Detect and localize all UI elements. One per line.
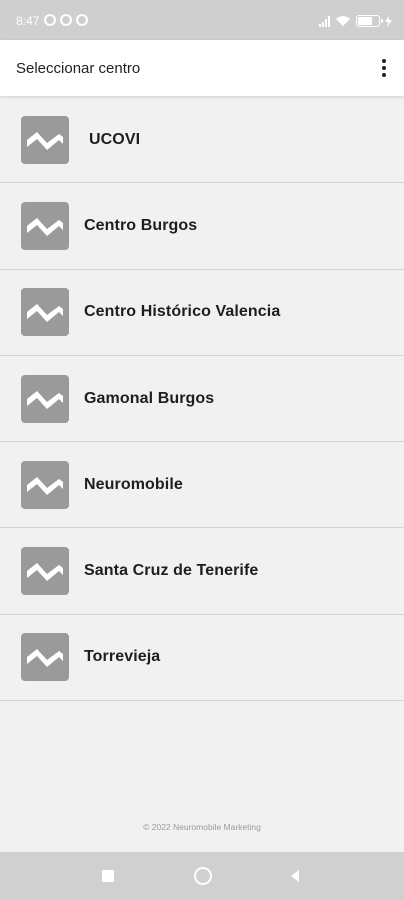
battery-icon	[356, 15, 383, 27]
image-placeholder-icon	[21, 460, 69, 509]
center-list: UCOVI Centro Burgos Centro Histórico Val…	[0, 97, 404, 702]
status-bar: 8:47	[0, 0, 404, 40]
more-vert-icon	[382, 59, 386, 63]
app-notification-icon	[76, 14, 88, 26]
status-time: 8:47	[16, 14, 40, 28]
image-placeholder-icon	[21, 374, 69, 423]
center-label: Gamonal Burgos	[84, 389, 215, 407]
center-label: Torrevieja	[84, 648, 161, 666]
page-title: Seleccionar centro	[16, 60, 141, 77]
app-bar: Seleccionar centro	[0, 40, 404, 96]
status-system-icons	[319, 15, 392, 27]
center-item-gamonal-burgos[interactable]: Gamonal Burgos	[0, 356, 404, 443]
system-nav-bar	[0, 852, 404, 900]
image-placeholder-icon	[21, 201, 69, 250]
center-item-centro-historico-valencia[interactable]: Centro Histórico Valencia	[0, 270, 404, 356]
center-item-torrevieja[interactable]: Torrevieja	[0, 615, 404, 702]
wifi-icon	[336, 16, 350, 26]
center-label: Santa Cruz de Tenerife	[84, 562, 259, 580]
center-label: UCOVI	[89, 130, 141, 148]
center-label: Neuromobile	[84, 475, 183, 493]
image-placeholder-icon	[21, 115, 69, 164]
center-item-neuromobile[interactable]: Neuromobile	[0, 442, 404, 529]
alarm-icon	[44, 14, 56, 26]
image-placeholder-icon	[21, 633, 69, 682]
center-item-santa-cruz-de-tenerife[interactable]: Santa Cruz de Tenerife	[0, 528, 404, 615]
image-placeholder-icon	[21, 547, 69, 596]
recents-icon[interactable]	[102, 870, 114, 882]
more-options-button[interactable]	[376, 56, 392, 80]
image-placeholder-icon	[21, 288, 69, 337]
center-label: Centro Burgos	[84, 216, 198, 234]
signal-icon	[319, 15, 330, 27]
home-icon[interactable]	[194, 867, 212, 885]
footer-copyright: © 2022 Neuromobile Marketing	[143, 822, 261, 832]
app-notification-icon	[60, 14, 72, 26]
back-icon[interactable]	[288, 869, 302, 883]
center-label: Centro Histórico Valencia	[84, 303, 281, 321]
center-item-ucovi[interactable]: UCOVI	[0, 97, 404, 184]
charging-icon	[385, 15, 392, 27]
center-item-centro-burgos[interactable]: Centro Burgos	[0, 183, 404, 270]
status-notification-icons	[44, 14, 88, 26]
